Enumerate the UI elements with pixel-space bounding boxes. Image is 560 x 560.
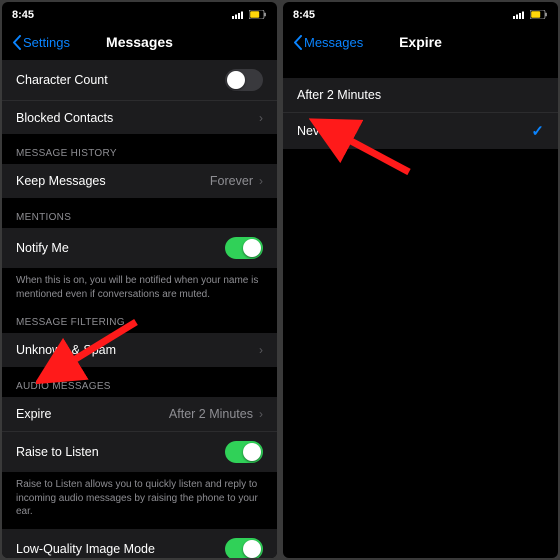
- status-indicators: [513, 10, 548, 19]
- notify-me-label: Notify Me: [16, 241, 225, 255]
- low-quality-row[interactable]: Low-Quality Image Mode: [2, 529, 277, 559]
- mentions-header: MENTIONS: [2, 198, 277, 228]
- option-label: Never: [297, 124, 531, 138]
- expire-value: After 2 Minutes: [169, 407, 253, 421]
- status-time: 8:45: [293, 9, 315, 21]
- option-label: After 2 Minutes: [297, 88, 544, 102]
- chevron-right-icon: ›: [259, 111, 263, 125]
- expire-label: Expire: [16, 407, 169, 421]
- notify-me-row[interactable]: Notify Me: [2, 228, 277, 268]
- raise-to-listen-toggle[interactable]: [225, 441, 263, 463]
- signal-icon: [232, 10, 246, 19]
- keep-messages-label: Keep Messages: [16, 174, 210, 188]
- unknown-spam-row[interactable]: Unknown & Spam ›: [2, 333, 277, 367]
- character-count-row[interactable]: Character Count: [2, 60, 277, 100]
- mentions-footer: When this is on, you will be notified wh…: [2, 268, 277, 303]
- back-label: Settings: [23, 35, 70, 50]
- audio-footer: Raise to Listen allows you to quickly li…: [2, 472, 277, 521]
- status-bar: 8:45: [2, 2, 277, 24]
- status-indicators: [232, 10, 267, 19]
- option-after-2-minutes[interactable]: After 2 Minutes: [283, 78, 558, 112]
- back-button[interactable]: Settings: [12, 35, 70, 50]
- notify-me-toggle[interactable]: [225, 237, 263, 259]
- low-quality-toggle[interactable]: [225, 538, 263, 559]
- audio-header: AUDIO MESSAGES: [2, 367, 277, 397]
- keep-messages-row[interactable]: Keep Messages Forever ›: [2, 164, 277, 198]
- character-count-toggle[interactable]: [225, 69, 263, 91]
- raise-to-listen-row[interactable]: Raise to Listen: [2, 431, 277, 472]
- chevron-left-icon: [12, 35, 21, 50]
- option-never[interactable]: Never ✓: [283, 112, 558, 149]
- blocked-contacts-label: Blocked Contacts: [16, 111, 259, 125]
- settings-list: Character Count Blocked Contacts › MESSA…: [2, 60, 277, 558]
- checkmark-icon: ✓: [531, 122, 544, 140]
- expire-screen: 8:45 Messages Expire After 2 Minutes Nev…: [283, 2, 558, 558]
- nav-bar: Settings Messages: [2, 24, 277, 60]
- expire-row[interactable]: Expire After 2 Minutes ›: [2, 397, 277, 431]
- back-label: Messages: [304, 35, 363, 50]
- battery-icon: [530, 10, 548, 19]
- raise-to-listen-label: Raise to Listen: [16, 445, 225, 459]
- nav-bar: Messages Expire: [283, 24, 558, 60]
- status-bar: 8:45: [283, 2, 558, 24]
- keep-messages-value: Forever: [210, 174, 253, 188]
- filtering-header: MESSAGE FILTERING: [2, 303, 277, 333]
- status-time: 8:45: [12, 9, 34, 21]
- message-history-header: MESSAGE HISTORY: [2, 134, 277, 164]
- chevron-right-icon: ›: [259, 343, 263, 357]
- expire-options: After 2 Minutes Never ✓: [283, 60, 558, 558]
- chevron-left-icon: [293, 35, 302, 50]
- battery-icon: [249, 10, 267, 19]
- signal-icon: [513, 10, 527, 19]
- chevron-right-icon: ›: [259, 174, 263, 188]
- blocked-contacts-row[interactable]: Blocked Contacts ›: [2, 100, 277, 134]
- low-quality-label: Low-Quality Image Mode: [16, 542, 225, 556]
- messages-settings-screen: 8:45 Settings Messages Character Count B…: [2, 2, 277, 558]
- chevron-right-icon: ›: [259, 407, 263, 421]
- character-count-label: Character Count: [16, 73, 225, 87]
- back-button[interactable]: Messages: [293, 35, 363, 50]
- unknown-spam-label: Unknown & Spam: [16, 343, 259, 357]
